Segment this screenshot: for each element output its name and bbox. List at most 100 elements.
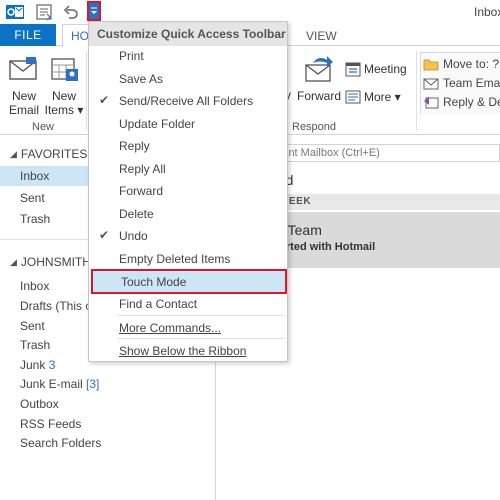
quick-step-label: Team Email [443, 76, 500, 90]
outlook-app-icon[interactable] [6, 2, 24, 22]
menu-item-update-folder[interactable]: Update Folder [89, 113, 287, 135]
ribbon-divider [86, 51, 87, 131]
favorite-trash[interactable]: Trash [20, 212, 50, 226]
menu-item-label: Update Folder [119, 117, 196, 131]
menu-item-label: Send/Receive All Folders [119, 94, 254, 108]
chevron-down-icon [91, 7, 97, 14]
favorite-inbox[interactable]: Inbox [20, 169, 49, 183]
menu-item-label: Delete [119, 207, 154, 221]
tab-view[interactable]: VIEW [306, 29, 337, 43]
menu-separator [117, 315, 285, 316]
menu-item-save-as[interactable]: Save As [89, 68, 287, 90]
folder-name: Search Folders [20, 436, 102, 450]
undo-icon[interactable] [62, 2, 80, 22]
search-input[interactable]: rrent Mailbox (Ctrl+E) [270, 144, 500, 162]
quick-step-reply-delete[interactable]: Reply & Del [423, 95, 500, 109]
meeting-icon [345, 62, 361, 77]
checkmark-icon: ✔ [99, 93, 110, 107]
menu-item-label: Undo [119, 229, 148, 243]
folder-name: RSS Feeds [20, 417, 82, 431]
favorites-label: FAVORITES [20, 147, 88, 161]
collapse-triangle-icon: ◢ [10, 256, 17, 267]
group-label-respond: Respond [292, 121, 337, 133]
more-respond-button[interactable]: More ▾ [345, 89, 401, 105]
menu-item-label: Show Below the Ribbon [119, 344, 247, 358]
more-icon [345, 90, 361, 104]
new-items-button[interactable]: New Items ▾ [44, 55, 84, 117]
folder-name: Junk [20, 358, 46, 372]
folder-junk[interactable]: Junk 3 [20, 358, 55, 372]
folder-outbox[interactable]: Outbox [20, 397, 59, 411]
quick-step-move-to[interactable]: Move to: ? [423, 57, 499, 71]
more-label: More ▾ [364, 90, 401, 104]
menu-item-reply-all[interactable]: Reply All [89, 158, 287, 180]
quick-step-label: Reply & Del [443, 95, 500, 109]
quick-steps-gallery: Move to: ? Team Email Reply & Del [420, 52, 500, 114]
unread-count: [3] [86, 377, 100, 391]
send-receive-icon[interactable] [34, 2, 54, 22]
forward-icon [305, 56, 333, 82]
meeting-label: Meeting [364, 62, 407, 76]
new-items-icon [51, 58, 78, 81]
collapse-triangle-icon: ◢ [10, 148, 17, 159]
menu-item-show-below-ribbon[interactable]: Show Below the Ribbon [89, 340, 287, 362]
customize-qat-menu: Customize Quick Access Toolbar Print Sav… [88, 21, 288, 362]
team-email-icon [423, 78, 439, 90]
folder-name: Outbox [20, 397, 59, 411]
menu-item-delete[interactable]: Delete [89, 203, 287, 225]
new-email-label-1: New [11, 89, 36, 103]
folder-name: Junk E-mail [20, 377, 83, 391]
ribbon-divider [416, 51, 417, 131]
menu-item-label: Reply All [119, 162, 166, 176]
customize-qat-button[interactable] [87, 1, 101, 21]
quick-step-team-email[interactable]: Team Email [423, 76, 500, 90]
menu-item-label: Forward [119, 184, 164, 198]
menu-item-label: Save As [119, 72, 164, 86]
window-title: Inbox [474, 5, 500, 19]
forward-button[interactable]: Forward [296, 55, 342, 103]
group-label-new: New [32, 121, 55, 133]
menu-title: Customize Quick Access Toolbar [89, 22, 287, 46]
menu-item-label: Touch Mode [121, 275, 187, 289]
folder-name: Drafts (This co [20, 299, 99, 313]
new-items-label-2: Items ▾ [44, 103, 84, 117]
folder-drafts[interactable]: Drafts (This co [20, 299, 98, 313]
menu-separator [117, 338, 285, 339]
folder-name: Trash [20, 338, 51, 352]
new-email-button[interactable]: New Email [6, 55, 42, 117]
checkmark-icon: ✔ [99, 228, 110, 242]
favorite-sent[interactable]: Sent [20, 191, 45, 205]
favorites-header[interactable]: ◢ FAVORITES [10, 147, 87, 161]
menu-item-label: Reply [119, 139, 150, 153]
menu-item-empty-deleted[interactable]: Empty Deleted Items [89, 248, 287, 270]
new-items-label-1: New [51, 89, 76, 103]
forward-label: Forward [296, 89, 341, 103]
menu-item-send-receive[interactable]: ✔ Send/Receive All Folders [89, 90, 287, 112]
menu-item-reply[interactable]: Reply [89, 135, 287, 157]
folder-rss-feeds[interactable]: RSS Feeds [20, 417, 81, 431]
meeting-button[interactable]: Meeting [345, 61, 407, 77]
quick-step-label: Move to: ? [443, 57, 500, 71]
folder-name: Sent [20, 319, 45, 333]
folder-junk-email[interactable]: Junk E-mail [3] [20, 377, 99, 391]
menu-item-forward[interactable]: Forward [89, 180, 287, 202]
folder-trash[interactable]: Trash [20, 338, 50, 352]
menu-item-print[interactable]: Print [89, 45, 287, 67]
tab-file[interactable]: FILE [0, 24, 56, 46]
reply-delete-icon [424, 97, 439, 109]
menu-item-label: Print [119, 49, 144, 63]
account-label: JOHNSMITH7 [20, 255, 98, 269]
menu-item-more-commands[interactable]: More Commands... [89, 317, 287, 339]
folder-search-folders[interactable]: Search Folders [20, 436, 101, 450]
menu-item-label: Empty Deleted Items [119, 252, 231, 266]
menu-item-find-contact[interactable]: Find a Contact [89, 293, 287, 315]
menu-item-touch-mode[interactable]: Touch Mode [91, 269, 287, 294]
folder-sent[interactable]: Sent [20, 319, 45, 333]
menu-item-undo[interactable]: ✔ Undo [89, 225, 287, 247]
folder-name: Inbox [20, 279, 50, 293]
unread-count: 3 [48, 358, 56, 372]
account-header[interactable]: ◢ JOHNSMITH7 [10, 255, 98, 269]
new-email-icon [9, 57, 37, 80]
folder-inbox[interactable]: Inbox [20, 279, 49, 293]
folder-arrow-icon [423, 59, 439, 71]
